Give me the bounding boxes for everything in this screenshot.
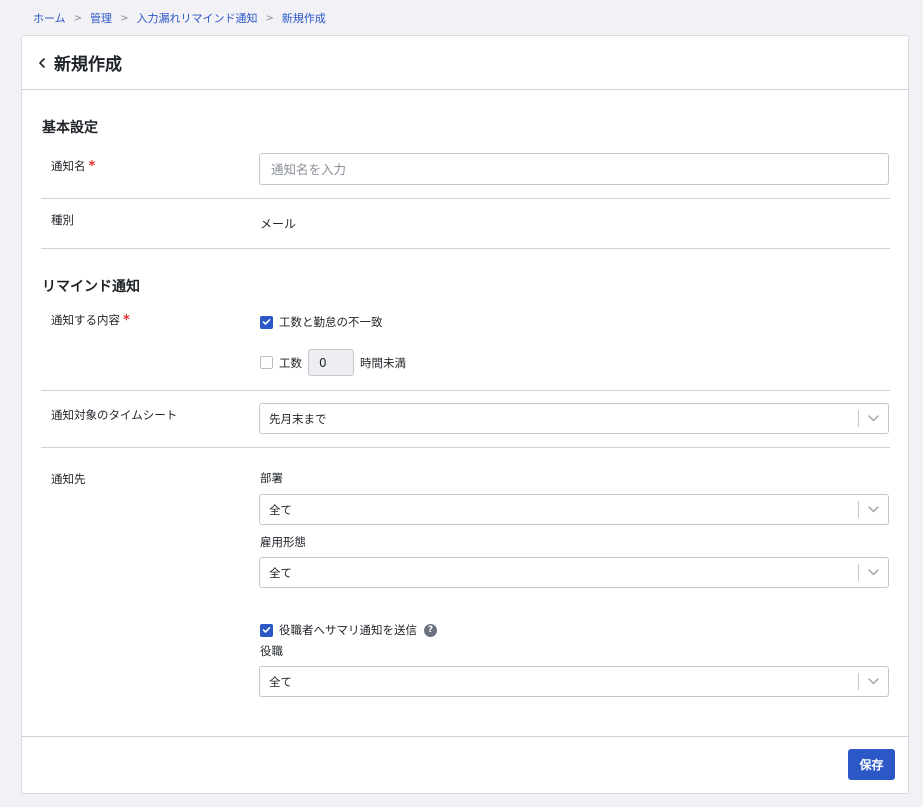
content-label: 通知する内容 * [51, 312, 130, 328]
required-mark: * [88, 159, 96, 174]
mismatch-label: 工数と勤怠の不一致 [279, 315, 383, 329]
mismatch-checkbox[interactable] [260, 315, 273, 329]
form-footer: 保存 [22, 736, 908, 793]
position-value: 全て [269, 674, 292, 689]
chevron-down-icon[interactable] [859, 678, 888, 685]
target-timesheet-select[interactable]: 先月末まで [259, 403, 889, 434]
notification-name-input[interactable] [259, 153, 889, 185]
divider [41, 447, 890, 448]
divider [41, 198, 890, 199]
chevron-down-icon[interactable] [859, 569, 888, 576]
hours-checkbox[interactable] [260, 356, 273, 369]
breadcrumb-current[interactable]: 新規作成 [282, 10, 326, 26]
save-button[interactable]: 保存 [848, 749, 895, 780]
help-icon[interactable]: ? [424, 623, 437, 637]
breadcrumb-remind[interactable]: 入力漏れリマインド通知 [136, 10, 257, 26]
section-title-remind: リマインド通知 [42, 279, 140, 295]
position-label: 役職 [260, 644, 283, 658]
section-title-basic: 基本設定 [42, 120, 98, 136]
employment-label: 雇用形態 [260, 535, 306, 549]
breadcrumb-admin[interactable]: 管理 [90, 10, 112, 26]
form-card: 新規作成 基本設定 通知名* 種別 メール リマインド通知 通知する内容* 工数… [21, 35, 909, 794]
breadcrumb: ホーム > 管理 > 入力漏れリマインド通知 > 新規作成 [33, 10, 326, 26]
employment-select[interactable]: 全て [259, 557, 889, 588]
breadcrumb-separator: > [73, 12, 83, 24]
page-title: 新規作成 [54, 55, 122, 75]
summary-option[interactable]: 役職者へサマリ通知を送信 ? [260, 622, 437, 638]
department-select[interactable]: 全て [259, 494, 889, 525]
position-select[interactable]: 全て [259, 666, 889, 697]
name-label-text: 通知名 [51, 159, 86, 173]
card-header: 新規作成 [22, 36, 908, 90]
divider [41, 390, 890, 391]
target-label: 通知対象のタイムシート [51, 408, 178, 422]
check-icon [262, 319, 271, 325]
breadcrumb-separator: > [265, 12, 274, 24]
chevron-left-icon[interactable] [34, 55, 50, 71]
check-icon [262, 627, 271, 633]
breadcrumb-separator: > [120, 12, 129, 24]
destination-label: 通知先 [51, 472, 86, 486]
divider [41, 248, 890, 249]
summary-checkbox[interactable] [260, 623, 273, 637]
employment-value: 全て [269, 565, 292, 580]
chevron-down-icon[interactable] [859, 506, 888, 513]
name-label: 通知名 * [51, 158, 95, 174]
content-label-text: 通知する内容 [51, 313, 120, 327]
type-value: メール [260, 217, 297, 231]
required-mark: * [123, 313, 130, 328]
summary-label: 役職者へサマリ通知を送信 [279, 623, 417, 637]
breadcrumb-home[interactable]: ホーム [33, 10, 66, 26]
hours-input[interactable]: 0 [308, 349, 354, 376]
hours-suffix: 時間未満 [360, 355, 406, 370]
hours-label: 工数 [279, 355, 302, 370]
chevron-down-icon[interactable] [859, 415, 888, 422]
type-label: 種別 [51, 213, 74, 227]
option-mismatch[interactable]: 工数と勤怠の不一致 [260, 314, 383, 330]
option-hours: 工数 0 時間未満 [260, 349, 406, 376]
department-value: 全て [269, 502, 292, 517]
department-label: 部署 [260, 471, 283, 485]
target-timesheet-value: 先月末まで [269, 411, 327, 426]
